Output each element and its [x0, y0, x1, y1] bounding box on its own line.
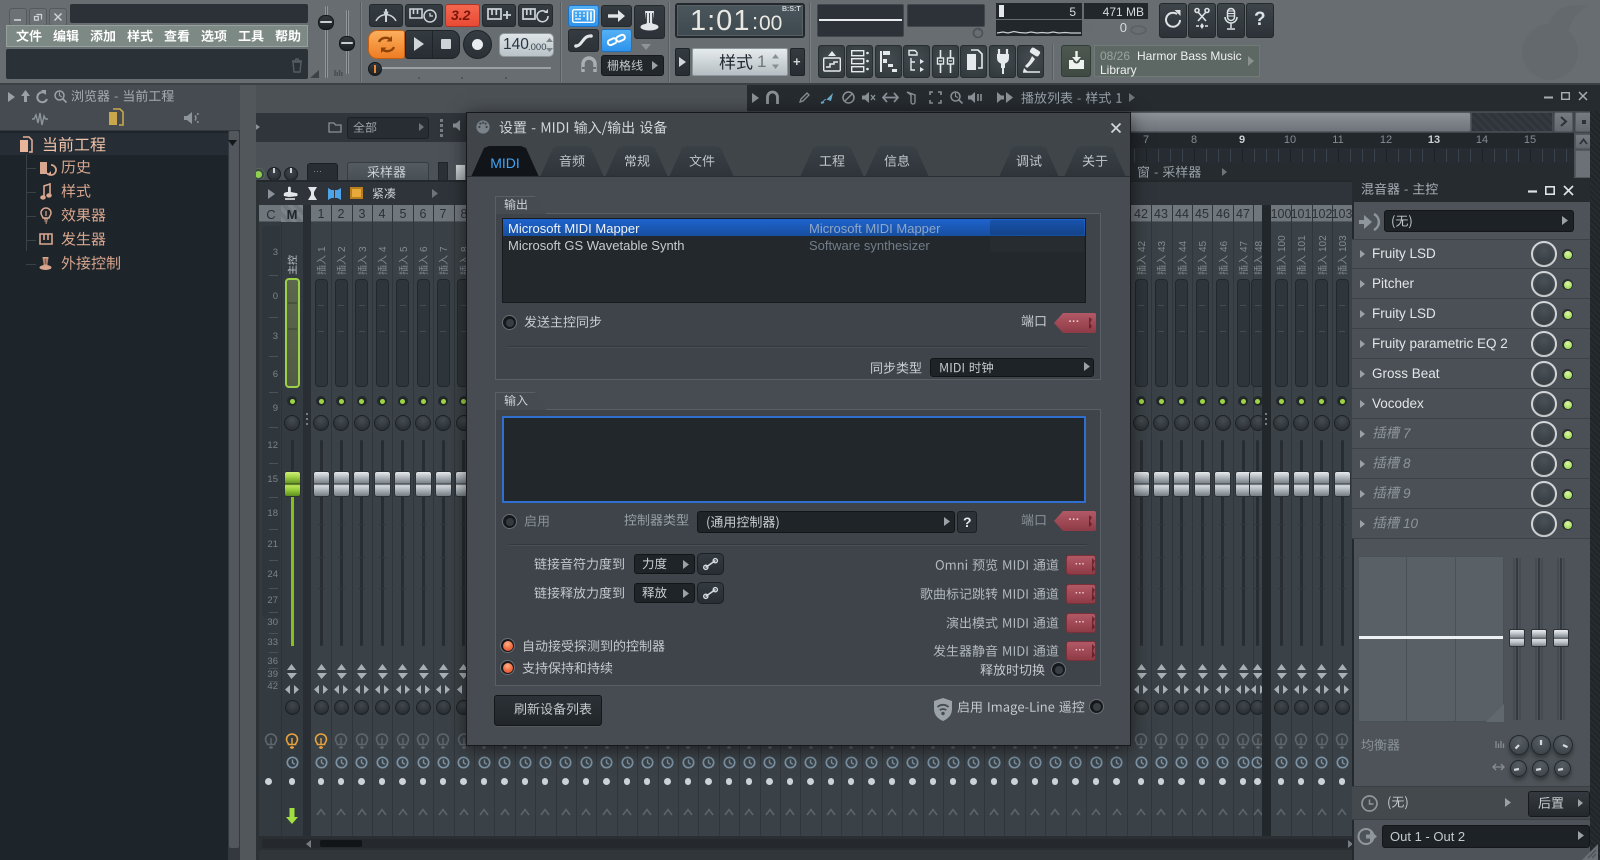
- svg-text:46: 46: [1219, 240, 1230, 252]
- svg-text:42: 42: [1137, 240, 1148, 252]
- svg-text:47: 47: [1239, 240, 1250, 252]
- svg-text:3: 3: [358, 246, 369, 252]
- svg-text:100: 100: [1277, 235, 1288, 252]
- svg-text:4: 4: [378, 246, 389, 252]
- svg-text:101: 101: [1297, 235, 1308, 252]
- svg-text:1: 1: [317, 246, 328, 252]
- svg-text:103: 103: [1338, 235, 1349, 252]
- svg-text:44: 44: [1178, 240, 1189, 252]
- svg-text:7: 7: [439, 246, 450, 252]
- svg-text:5: 5: [399, 246, 410, 252]
- svg-text:45: 45: [1198, 240, 1209, 252]
- svg-text:43: 43: [1157, 240, 1168, 252]
- svg-text:102: 102: [1318, 235, 1329, 252]
- svg-text:2: 2: [337, 246, 348, 252]
- svg-text:6: 6: [419, 246, 430, 252]
